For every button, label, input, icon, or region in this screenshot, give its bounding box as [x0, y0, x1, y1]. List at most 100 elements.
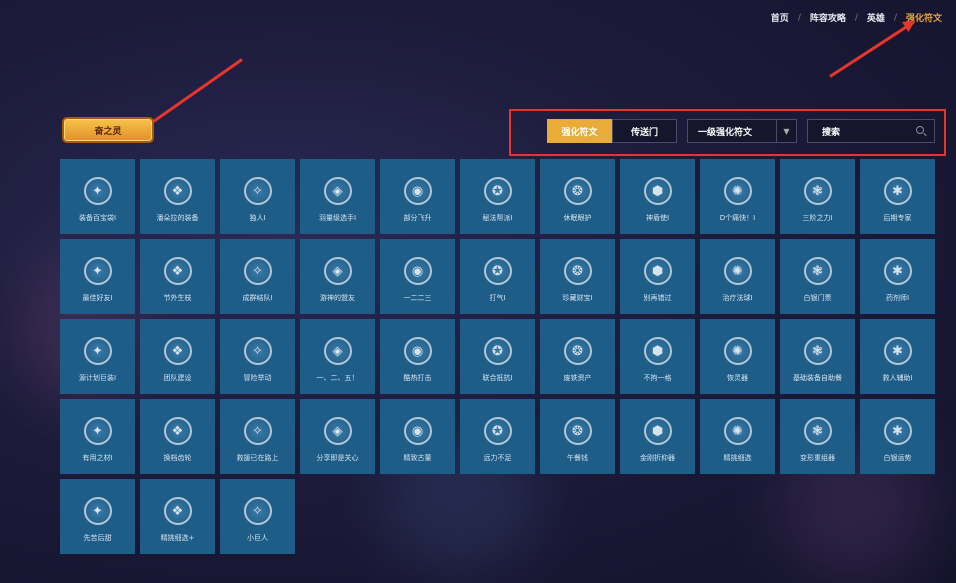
- ticket-icon: ❃: [803, 257, 832, 285]
- augment-card[interactable]: ❖ 节外生枝: [140, 239, 215, 314]
- nav-item-home[interactable]: 首页: [771, 11, 789, 24]
- risk-icon: ✧: [243, 337, 272, 365]
- augment-card[interactable]: ✦ 有用之材Ⅰ: [60, 399, 135, 474]
- style-icon: ⬢: [643, 337, 672, 365]
- search-input[interactable]: [808, 122, 908, 144]
- augment-card[interactable]: ✧ 救援已在路上: [220, 399, 295, 474]
- augment-card[interactable]: ✧ 独人Ⅰ: [220, 159, 295, 234]
- augment-card[interactable]: ❃ 白银门票: [780, 239, 855, 314]
- augment-card[interactable]: ◉ 部分飞升: [380, 159, 455, 234]
- augment-card-label: 白银门票: [803, 294, 832, 302]
- augment-card[interactable]: ✧ 冒险举动: [220, 319, 295, 394]
- orb-icon: ✺: [723, 257, 752, 285]
- spiral-icon: ✺: [723, 177, 752, 205]
- augment-card[interactable]: ❂ 休眠眼护: [540, 159, 615, 234]
- annotation-arrow: [829, 20, 915, 78]
- filter-tabs: 强化符文 传送门: [547, 119, 677, 143]
- augment-card[interactable]: ⬢ 不拘一格: [620, 319, 695, 394]
- augment-card[interactable]: ⬢ 神盾使Ⅰ: [620, 159, 695, 234]
- chevron-down-icon[interactable]: ▼: [776, 120, 796, 142]
- treasure-icon: ❂: [563, 257, 592, 285]
- augment-card-label: 废铁资产: [563, 374, 592, 382]
- augment-card-label: 潘朵拉的装备: [156, 214, 199, 222]
- augment-card[interactable]: ✺ 治疗法球Ⅰ: [700, 239, 775, 314]
- augment-card[interactable]: ◈ 游神的盟友: [300, 239, 375, 314]
- cards-icon: ◉: [403, 257, 432, 285]
- arcane-icon: ✪: [483, 177, 512, 205]
- augment-card-label: 治疗法球Ⅰ: [722, 294, 753, 302]
- nav-item-lineups[interactable]: 阵容攻略: [810, 11, 846, 24]
- nav-separator: /: [893, 12, 897, 23]
- augment-card[interactable]: ❖ 精挑细选+: [140, 479, 215, 554]
- augment-card[interactable]: ❃ 三阶之力Ⅰ: [780, 159, 855, 234]
- augment-card[interactable]: ✱ 白银运势: [860, 399, 935, 474]
- augment-card[interactable]: ✪ 打气Ⅰ: [460, 239, 535, 314]
- augment-card[interactable]: ❖ 换档齿轮: [140, 399, 215, 474]
- pump-icon: ✪: [483, 257, 512, 285]
- gear-icon: ❖: [163, 417, 192, 445]
- rocket-icon: ✧: [243, 177, 272, 205]
- nav-item-heroes[interactable]: 英雄: [867, 11, 885, 24]
- share-icon: ◈: [323, 417, 352, 445]
- augment-card[interactable]: ✦ 装备百宝袋Ⅰ: [60, 159, 135, 234]
- augment-card[interactable]: ◉ 精致古董: [380, 399, 455, 474]
- augment-card-label: 源计划巨装Ⅰ: [78, 374, 117, 382]
- trait-badge[interactable]: 奋之灵: [62, 117, 154, 143]
- augment-card-label: 团队建设: [163, 374, 192, 382]
- augment-card[interactable]: ✺ 精挑细选: [700, 399, 775, 474]
- augment-card-label: 部分飞升: [403, 214, 432, 222]
- material-icon: ✦: [83, 417, 112, 445]
- augment-card-label: 变形重组器: [800, 454, 835, 462]
- augment-card[interactable]: ⬢ 金刚折抑器: [620, 399, 695, 474]
- augment-card-label: 精挑细选: [723, 454, 752, 462]
- augment-card[interactable]: ✧ 小巨人: [220, 479, 295, 554]
- pick-icon: ✺: [723, 417, 752, 445]
- augment-card[interactable]: ◉ 一二二三: [380, 239, 455, 314]
- augment-card[interactable]: ❖ 潘朵拉的装备: [140, 159, 215, 234]
- augment-card[interactable]: ✺ 恢灵器: [700, 319, 775, 394]
- augment-card-label: 基础装备自助餐: [793, 374, 842, 382]
- augment-card[interactable]: ⬢ 别再错过: [620, 239, 695, 314]
- augment-card[interactable]: ❂ 午餐钱: [540, 399, 615, 474]
- augment-card[interactable]: ❃ 变形重组器: [780, 399, 855, 474]
- augment-card[interactable]: ❖ 团队建设: [140, 319, 215, 394]
- trait-badge-label: 奋之灵: [94, 126, 122, 137]
- augment-card-label: 午餐钱: [567, 454, 588, 462]
- augment-card[interactable]: ✪ 远力不足: [460, 399, 535, 474]
- augment-card[interactable]: ◉ 酷热打击: [380, 319, 455, 394]
- augment-card-label: 休眠眼护: [563, 214, 592, 222]
- augment-card[interactable]: ✦ 最佳好友Ⅰ: [60, 239, 135, 314]
- guard-icon: ✪: [483, 337, 512, 365]
- augment-card[interactable]: ✱ 救人辅助Ⅰ: [860, 319, 935, 394]
- augment-card[interactable]: ◈ 一、二、五！: [300, 319, 375, 394]
- augment-card-label: 成群结队Ⅰ: [242, 294, 273, 302]
- team-icon: ❖: [163, 337, 192, 365]
- clock-icon: ◉: [403, 177, 432, 205]
- augment-card[interactable]: ✧ 成群结队Ⅰ: [220, 239, 295, 314]
- augment-card[interactable]: ◈ 分享即是关心: [300, 399, 375, 474]
- augment-card[interactable]: ✦ 先苦后甜: [60, 479, 135, 554]
- augment-card[interactable]: ✪ 联合抵抗Ⅰ: [460, 319, 535, 394]
- buffet-icon: ❃: [803, 337, 832, 365]
- augment-card[interactable]: ✦ 源计划巨装Ⅰ: [60, 319, 135, 394]
- augment-card-label: 秘法帮派Ⅰ: [482, 214, 513, 222]
- augment-card[interactable]: ✱ 后期专家: [860, 159, 935, 234]
- hat-icon: ✱: [883, 177, 912, 205]
- nav-separator: /: [797, 12, 801, 23]
- tab-augments[interactable]: 强化符文: [547, 119, 612, 143]
- fortune-icon: ✱: [883, 417, 912, 445]
- augment-card-label: 独人Ⅰ: [249, 214, 266, 222]
- augment-card[interactable]: ✪ 秘法帮派Ⅰ: [460, 159, 535, 234]
- search-icon[interactable]: [916, 126, 924, 134]
- augment-card[interactable]: ❂ 珍藏财宝Ⅰ: [540, 239, 615, 314]
- shield-icon: ⬢: [643, 177, 672, 205]
- tier-select[interactable]: 一级强化符文 ▼: [687, 119, 797, 143]
- tier-select-value: 一级强化符文: [698, 127, 753, 138]
- augment-card-label: 远力不足: [483, 454, 512, 462]
- augment-card[interactable]: ✱ 药剂师Ⅰ: [860, 239, 935, 314]
- augment-card[interactable]: ❂ 废铁资产: [540, 319, 615, 394]
- tab-portals[interactable]: 传送门: [612, 119, 677, 143]
- augment-card[interactable]: ◈ 羽量级选手Ⅰ: [300, 159, 375, 234]
- augment-card[interactable]: ❃ 基础装备自助餐: [780, 319, 855, 394]
- augment-card[interactable]: ✺ D个痛快！Ⅰ: [700, 159, 775, 234]
